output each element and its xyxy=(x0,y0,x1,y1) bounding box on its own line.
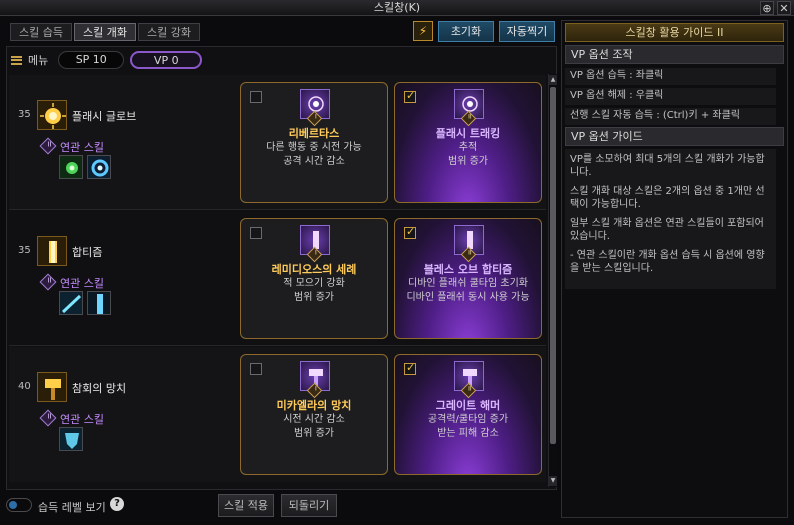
row-divider xyxy=(9,209,546,210)
haptism-icon[interactable] xyxy=(37,236,67,266)
guide-paragraph: VP를 소모하여 최대 5개의 스킬 개화가 가능합니다. xyxy=(570,154,765,178)
help-icon[interactable]: ? xyxy=(110,497,124,511)
related-tier-icon: II xyxy=(39,409,57,427)
skill-row: 35 합티즘 II 연관 스킬 I 레미디오스의 세례 적 모으기 강화 범위 증… xyxy=(9,211,546,346)
option-title: 리베르타스 xyxy=(288,127,340,140)
option-title: 미카엘라의 망치 xyxy=(276,399,352,412)
guide-title: 스킬창 활용 가이드 II xyxy=(565,23,784,42)
skill-row: 40 참회의 망치 II 연관 스킬 I 미카엘라의 망치 시전 시간 감소 범위… xyxy=(9,347,546,482)
guide-section-vp-control: VP 옵션 조작 xyxy=(565,45,784,64)
hammer-icon[interactable] xyxy=(37,372,67,402)
pin-icon[interactable]: ⊕ xyxy=(760,1,774,15)
option-title: 그레이트 해머 xyxy=(435,399,501,412)
option-title: 블레스 오브 합티즘 xyxy=(423,263,513,276)
option-description: 공격력/쿨타임 증가 받는 피해 감소 xyxy=(427,414,509,439)
guide-item: VP 옵션 습득 : 좌클릭 xyxy=(565,68,776,85)
related-skill-label: 연관 스킬 xyxy=(60,277,104,290)
option-description: 디바인 플래쉬 쿨타임 초기화 디바인 플래쉬 동시 사용 가능 xyxy=(406,278,530,303)
related-skill-icon[interactable] xyxy=(59,155,83,179)
learn-level-toggle[interactable] xyxy=(6,498,32,512)
bloom-option-card[interactable]: II 플래시 트래킹 추적범위 증가 xyxy=(394,82,542,203)
vp-counter: VP 0 xyxy=(130,51,203,69)
related-skill-icons xyxy=(59,291,111,315)
scroll-down-icon[interactable]: ▼ xyxy=(549,476,557,486)
related-skill-icons xyxy=(59,427,83,451)
skill-list: 35 플래시 글로브 II 연관 스킬 I 리베르타스 다른 행동 중 시전 가… xyxy=(9,75,546,485)
option-description: 적 모으기 강화 범위 증가 xyxy=(283,278,345,303)
related-skill-label: 연관 스킬 xyxy=(60,141,104,154)
row-divider xyxy=(9,345,546,346)
option-title: 플래시 트래킹 xyxy=(435,127,501,140)
window-title: 스킬창(K) xyxy=(373,1,421,14)
apply-skill-button[interactable]: 스킬 적용 xyxy=(218,494,274,517)
option-checkbox-checked[interactable] xyxy=(404,361,416,375)
revert-button[interactable]: 되돌리기 xyxy=(281,494,337,517)
skill-level: 40 xyxy=(18,381,31,392)
auto-assign-button[interactable]: 자동찍기 xyxy=(499,21,555,42)
guide-section-vp-guide: VP 옵션 가이드 xyxy=(565,127,784,146)
skill-name: 참회의 망치 xyxy=(72,382,127,395)
option-checkbox[interactable] xyxy=(250,363,262,375)
skill-tabs: 스킬 습득 스킬 개화 스킬 강화 xyxy=(10,23,200,41)
related-skill-icons xyxy=(59,155,111,179)
option-checkbox-checked[interactable] xyxy=(404,225,416,239)
option-description: 추적 범위 증가 xyxy=(448,142,488,167)
sp-counter: SP 10 xyxy=(58,51,125,69)
option-checkbox-checked[interactable] xyxy=(404,89,416,103)
tab-skill-learn[interactable]: 스킬 습득 xyxy=(10,23,72,41)
option-checkbox[interactable] xyxy=(250,227,262,239)
flash-globe-icon[interactable] xyxy=(37,100,67,130)
related-tier-icon: II xyxy=(39,137,57,155)
related-tier-icon: II xyxy=(39,273,57,291)
guide-paragraph: 스킬 개화 대상 스킬은 2개의 옵션 중 1개만 선택이 가능합니다. xyxy=(570,186,765,210)
related-skill-icon[interactable] xyxy=(59,427,83,451)
option-checkbox[interactable] xyxy=(250,91,262,103)
bloom-option-card[interactable]: I 레미디오스의 세례 적 모으기 강화 범위 증가 xyxy=(240,218,388,339)
menu-label[interactable]: 메뉴 xyxy=(28,52,48,68)
vertical-scrollbar[interactable]: ▲ ▼ xyxy=(548,74,557,487)
bloom-option-card[interactable]: I 미카엘라의 망치 시전 시간 감소 범위 증가 xyxy=(240,354,388,475)
related-skill-icon[interactable] xyxy=(87,291,111,315)
guide-item: 선행 스킬 자동 습득 : (Ctrl)키 + 좌클릭 xyxy=(565,108,776,125)
bloom-option-card[interactable]: II 블레스 오브 합티즘 디바인 플래쉬 쿨타임 초기화디바인 플래쉬 동시 … xyxy=(394,218,542,339)
skill-name: 플래시 글로브 xyxy=(72,110,137,123)
scroll-thumb[interactable] xyxy=(550,87,556,444)
scroll-up-icon[interactable]: ▲ xyxy=(549,75,557,85)
option-description: 시전 시간 감소 범위 증가 xyxy=(283,414,345,439)
skill-row: 35 플래시 글로브 II 연관 스킬 I 리베르타스 다른 행동 중 시전 가… xyxy=(9,75,546,210)
reset-button[interactable]: 초기화 xyxy=(438,21,494,42)
guide-item: VP 옵션 해제 : 우클릭 xyxy=(565,88,776,105)
tab-skill-bloom[interactable]: 스킬 개화 xyxy=(73,23,136,41)
bloom-option-card[interactable]: I 리베르타스 다른 행동 중 시전 가능 공격 시간 감소 xyxy=(240,82,388,203)
related-skill-icon[interactable] xyxy=(87,155,111,179)
related-skill-icon[interactable] xyxy=(59,291,83,315)
option-title: 레미디오스의 세례 xyxy=(271,263,357,276)
lightning-icon[interactable]: ⚡ xyxy=(413,21,433,41)
menu-bar: 메뉴 SP 10 VP 0 xyxy=(6,49,554,71)
guide-paragraph: 일부 스킬 개화 옵션은 연관 스킬들이 포함되어 있습니다. xyxy=(570,218,764,242)
skill-level: 35 xyxy=(18,109,31,120)
guide-body: VP를 소모하여 최대 5개의 스킬 개화가 가능합니다. 스킬 개화 대상 스… xyxy=(565,149,776,289)
learn-level-label: 습득 레벨 보기 xyxy=(38,501,106,514)
window-titlebar: 스킬창(K) ⊕ ✕ xyxy=(0,0,794,16)
guide-paragraph: - 연관 스킬이란 개화 옵션 습득 시 옵션에 영향을 받는 스킬입니다. xyxy=(570,250,765,274)
tab-skill-enhance[interactable]: 스킬 강화 xyxy=(137,23,200,41)
option-description: 다른 행동 중 시전 가능 공격 시간 감소 xyxy=(266,142,362,167)
menu-icon[interactable] xyxy=(11,55,22,65)
guide-panel: 스킬창 활용 가이드 II VP 옵션 조작 VP 옵션 습득 : 좌클릭 VP… xyxy=(561,20,788,518)
bloom-option-card[interactable]: II 그레이트 해머 공격력/쿨타임 증가받는 피해 감소 xyxy=(394,354,542,475)
skill-level: 35 xyxy=(18,245,31,256)
related-skill-label: 연관 스킬 xyxy=(60,413,104,426)
skill-name: 합티즘 xyxy=(72,246,103,259)
close-icon[interactable]: ✕ xyxy=(777,1,791,15)
